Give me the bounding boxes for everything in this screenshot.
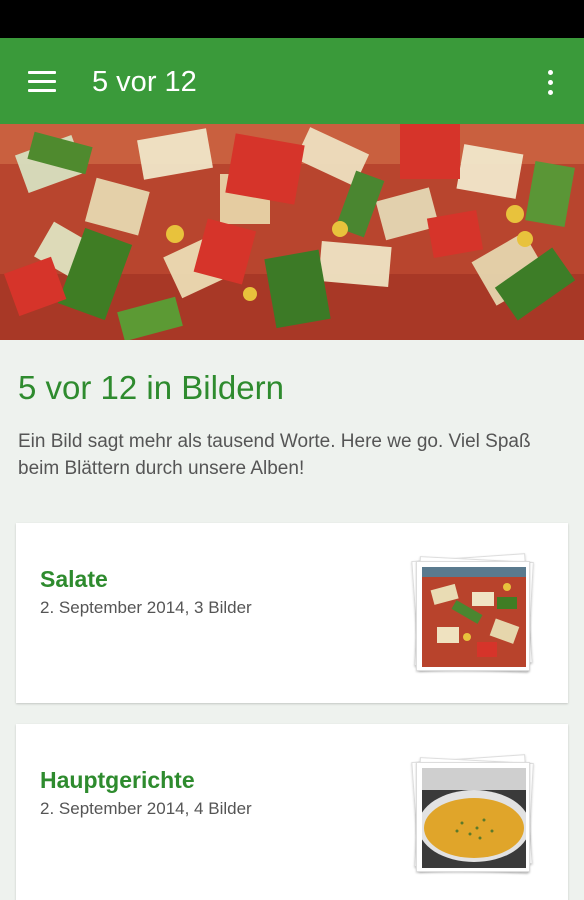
- app-title: 5 vor 12: [92, 66, 197, 98]
- album-meta: 2. September 2014, 4 Bilder: [40, 799, 252, 818]
- status-bar: [0, 0, 584, 38]
- album-title: Salate: [40, 566, 108, 592]
- more-vert-icon[interactable]: [536, 62, 564, 102]
- section-description: Ein Bild sagt mehr als tausend Worte. He…: [18, 431, 531, 479]
- album-card-hauptgerichte[interactable]: Hauptgerichte 2. September 2014, 4 Bilde…: [16, 724, 568, 900]
- hero-image: [0, 124, 584, 340]
- app-bar: 5 vor 12: [0, 38, 584, 124]
- album-card-salate[interactable]: Salate 2. September 2014, 3 Bilder: [16, 523, 568, 703]
- album-title: Hauptgerichte: [40, 767, 195, 793]
- album-meta: 2. September 2014, 3 Bilder: [40, 598, 252, 617]
- section-title: 5 vor 12 in Bildern: [18, 369, 284, 406]
- salad-thumbnail: [411, 553, 535, 673]
- hamburger-menu-icon[interactable]: [22, 60, 64, 102]
- soup-thumbnail: [411, 754, 535, 874]
